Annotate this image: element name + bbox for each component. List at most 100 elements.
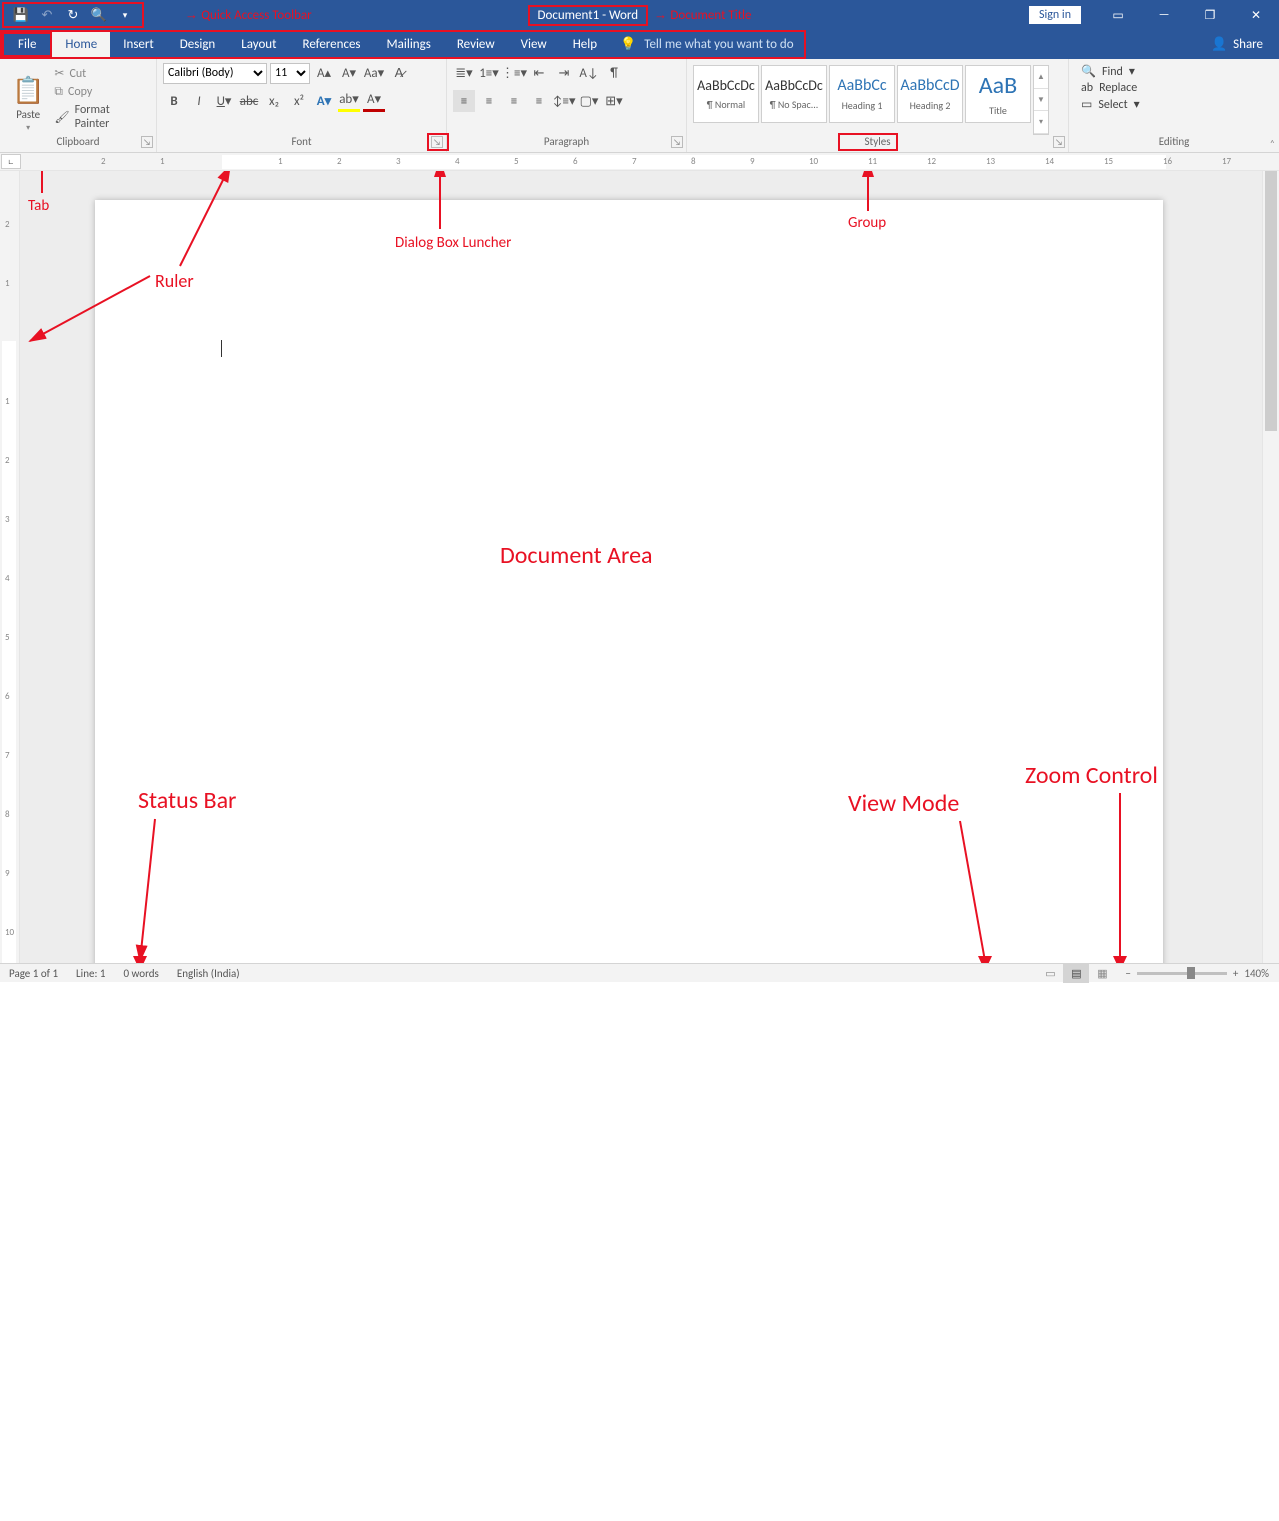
shading-icon[interactable]: ▢▾ [578,90,600,112]
page[interactable] [95,200,1163,963]
tab-review[interactable]: Review [444,32,508,57]
underline-button[interactable]: U▾ [213,90,235,112]
font-size-select[interactable]: 11 [270,63,310,84]
decrease-indent-icon[interactable]: ⇤ [528,62,550,84]
status-line[interactable]: Line: 1 [67,967,114,980]
view-read-icon[interactable]: ▭ [1037,964,1063,983]
share-button[interactable]: 👤Share [1195,30,1279,59]
align-center-icon[interactable]: ≡ [478,90,500,112]
sort-icon[interactable]: A↓ [578,62,600,84]
title-bar: 💾 ↶ ↻ 🔍 ▾ → Quick Access Toolbar Documen… [0,0,1279,30]
minimize-icon[interactable]: — [1141,0,1187,30]
justify-icon[interactable]: ≡ [528,90,550,112]
align-left-icon[interactable]: ≡ [453,90,475,112]
zoom-thumb[interactable] [1187,967,1195,979]
style-normal[interactable]: AaBbCcDc¶ Normal [693,65,759,123]
borders-icon[interactable]: ⊞▾ [603,90,625,112]
superscript-button[interactable]: x² [288,90,310,112]
subscript-button[interactable]: x₂ [263,90,285,112]
find-icon: 🔍 [1081,64,1096,79]
numbering-icon[interactable]: 1≡▾ [478,62,500,84]
tab-layout[interactable]: Layout [228,32,289,57]
font-color-icon[interactable]: A▾ [363,90,385,112]
redo-icon[interactable]: ↻ [60,4,86,26]
paste-button[interactable]: 📋 Paste ▾ [6,62,50,135]
group-paragraph: ≣▾ 1≡▾ ⋮≡▾ ⇤ ⇥ A↓ ¶ ≡ ≡ ≡ ≡ ↕≡▾ ▢▾ ⊞▾ Pa… [447,59,687,152]
group-styles: AaBbCcDc¶ Normal AaBbCcDc¶ No Spac... Aa… [687,59,1069,152]
style-heading1[interactable]: AaBbCcHeading 1 [829,65,895,123]
ribbon-display-icon[interactable]: ▭ [1095,0,1141,30]
show-marks-icon[interactable]: ¶ [603,62,625,84]
save-icon[interactable]: 💾 [8,4,34,26]
tell-me-search[interactable]: 💡Tell me what you want to do [610,32,804,57]
horizontal-ruler[interactable]: ∟ 21123456789101112131415161718 [0,153,1279,171]
paste-icon: 📋 [12,74,44,106]
view-print-icon[interactable]: ▤ [1063,964,1089,983]
increase-indent-icon[interactable]: ⇥ [553,62,575,84]
text-effects-icon[interactable]: A▾ [313,90,335,112]
zoom-in-icon[interactable]: + [1233,967,1238,980]
styles-dialog-launcher[interactable]: ↘ [1053,136,1065,148]
status-language[interactable]: English (India) [168,967,249,980]
tab-selector[interactable]: ∟ [1,154,21,169]
tab-references[interactable]: References [290,32,374,57]
replace-icon: ab [1081,81,1093,95]
cut-button[interactable]: ✂Cut [52,65,148,82]
tab-mailings[interactable]: Mailings [374,32,444,57]
clear-format-icon[interactable]: A̷ [388,62,410,84]
zoom-control[interactable]: − + 140% [1115,967,1279,980]
replace-button[interactable]: abReplace [1081,81,1140,95]
strike-button[interactable]: abc [238,90,260,112]
sign-in-button[interactable]: Sign in [1029,6,1081,24]
qat-dropdown-icon[interactable]: ▾ [112,4,138,26]
style-nospacing[interactable]: AaBbCcDc¶ No Spac... [761,65,827,123]
paragraph-dialog-launcher[interactable]: ↘ [671,136,683,148]
vertical-scrollbar[interactable] [1262,171,1279,963]
tab-insert[interactable]: Insert [110,32,167,57]
align-right-icon[interactable]: ≡ [503,90,525,112]
line-spacing-icon[interactable]: ↕≡▾ [553,90,575,112]
maximize-icon[interactable]: ❐ [1187,0,1233,30]
format-painter-button[interactable]: 🖌Format Painter [52,102,148,132]
font-name-select[interactable]: Calibri (Body) [163,63,267,84]
status-words[interactable]: 0 words [114,967,167,980]
zoom-slider[interactable] [1137,972,1227,975]
collapse-ribbon-icon[interactable]: ˄ [1270,137,1275,150]
copy-button[interactable]: ⧉Copy [52,84,148,100]
bullets-icon[interactable]: ≣▾ [453,62,475,84]
multilevel-icon[interactable]: ⋮≡▾ [503,62,525,84]
clipboard-dialog-launcher[interactable]: ↘ [141,136,153,148]
group-clipboard: 📋 Paste ▾ ✂Cut ⧉Copy 🖌Format Painter Cli… [0,59,157,152]
tab-view[interactable]: View [508,32,560,57]
view-web-icon[interactable]: ▦ [1089,964,1115,983]
highlight-icon[interactable]: ab▾ [338,90,360,112]
styles-scroll[interactable]: ▲▼▾ [1033,65,1049,135]
status-page[interactable]: Page 1 of 1 [0,967,67,980]
zoom-level[interactable]: 140% [1244,967,1269,980]
select-button[interactable]: ▭Select ▾ [1081,97,1140,112]
font-dialog-launcher[interactable]: ↘ [431,136,443,148]
scrollbar-thumb[interactable] [1265,171,1277,431]
document-title: Document1 - Word [527,5,648,26]
touch-mode-icon[interactable]: 🔍 [86,4,112,26]
find-button[interactable]: 🔍Find ▾ [1081,64,1140,79]
style-heading2[interactable]: AaBbCcDHeading 2 [897,65,963,123]
document-area[interactable]: Tab Ruler Dialog Box Luncher Group Docum… [20,171,1262,963]
zoom-out-icon[interactable]: − [1125,967,1130,980]
italic-button[interactable]: I [188,90,210,112]
style-title[interactable]: AaBTitle [965,65,1031,123]
bold-button[interactable]: B [163,90,185,112]
tab-home[interactable]: Home [52,32,110,57]
shrink-font-icon[interactable]: A▾ [338,62,360,84]
tab-help[interactable]: Help [560,32,610,57]
ribbon-tabs: File Home Insert Design Layout Reference… [0,30,1279,59]
close-icon[interactable]: ✕ [1233,0,1279,30]
change-case-icon[interactable]: Aa▾ [363,62,385,84]
tab-file[interactable]: File [2,32,52,57]
vertical-ruler[interactable]: 2112345678910 [0,171,20,963]
undo-icon[interactable]: ↶ [34,4,60,26]
status-bar: Page 1 of 1 Line: 1 0 words English (Ind… [0,963,1279,982]
lightbulb-icon: 💡 [620,37,636,52]
grow-font-icon[interactable]: A▴ [313,62,335,84]
tab-design[interactable]: Design [167,32,228,57]
